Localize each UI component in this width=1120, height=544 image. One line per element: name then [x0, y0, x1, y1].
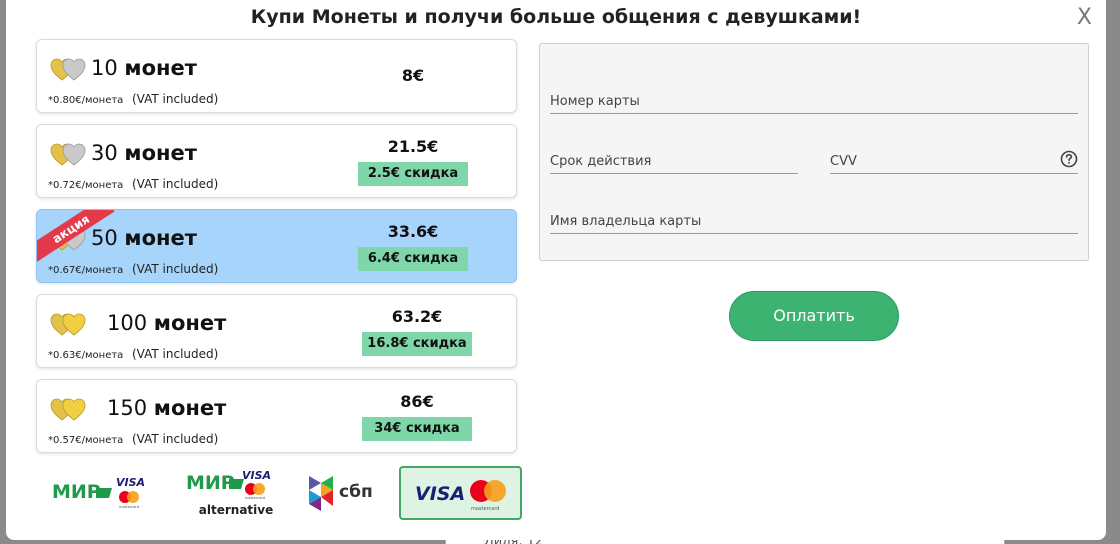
coins-icon: [50, 398, 86, 421]
alternative-label: alternative: [198, 503, 274, 517]
visa-mastercard-logo: VISA mastercard: [415, 480, 506, 512]
package-price: 86€: [400, 392, 434, 411]
package-title: 10 монет: [91, 56, 197, 80]
coin-package-50[interactable]: акция 50 монет *0.67€/монета (VAT includ…: [36, 209, 517, 283]
coin-package-10[interactable]: 10 монет *0.80€/монета (VAT included) 8€: [36, 39, 517, 113]
svg-text:VISA: VISA: [116, 476, 145, 489]
package-price: 63.2€: [391, 307, 443, 326]
vat-note: (VAT included): [132, 347, 219, 361]
svg-text:МИР: МИР: [186, 472, 235, 494]
unit-price: *0.80€/монета: [48, 95, 124, 106]
package-title: 30 монет: [91, 141, 197, 165]
unit-price: *0.72€/монета: [48, 180, 124, 191]
cardholder-name-field[interactable]: Имя владельца карты: [550, 214, 1078, 234]
payment-method-mir-visa-mastercard[interactable]: МИР VISA mastercard: [46, 466, 166, 520]
close-button[interactable]: X: [1077, 5, 1092, 30]
discount-badge: 34€ скидка: [362, 417, 472, 441]
unit-price: *0.63€/монета: [48, 350, 124, 361]
coin-package-150[interactable]: 150 монет *0.57€/монета (VAT included) 8…: [36, 379, 517, 453]
svg-text:mastercard: mastercard: [245, 496, 265, 500]
payment-method-mir-alternative[interactable]: МИР VISA mastercard alternative: [176, 466, 296, 520]
dialog-title: Купи Монеты и получи больше общения с де…: [250, 6, 862, 28]
mir-visa-mastercard-logo: МИР VISA mastercard: [52, 476, 145, 509]
svg-text:mastercard: mastercard: [471, 506, 499, 512]
mir-visa-mastercard-logo: МИР VISA mastercard: [186, 469, 271, 500]
vat-note: (VAT included): [132, 177, 219, 191]
package-price: 21.5€: [387, 137, 439, 156]
coins-icon: [50, 313, 86, 336]
vat-note: (VAT included): [132, 262, 219, 276]
expiry-field[interactable]: Срок действия: [550, 154, 798, 174]
unit-price: *0.67€/монета: [48, 265, 124, 276]
sbp-logo: сбп: [309, 476, 373, 511]
card-form: Номер карты Срок действия CVV Имя владел…: [539, 43, 1089, 261]
coins-icon: [50, 58, 86, 81]
package-title: 50 монет: [91, 226, 197, 250]
vat-note: (VAT included): [132, 432, 219, 446]
help-icon[interactable]: [1060, 150, 1078, 168]
package-title: 100 монет: [107, 311, 227, 335]
cvv-field[interactable]: CVV: [830, 150, 1078, 174]
discount-badge: 6.4€ скидка: [358, 247, 468, 271]
payment-method-visa-mastercard[interactable]: VISA mastercard: [399, 466, 522, 520]
vat-note: (VAT included): [132, 92, 219, 106]
coins-icon: [50, 143, 86, 166]
discount-badge: 16.8€ скидка: [362, 332, 472, 356]
svg-text:сбп: сбп: [339, 482, 373, 502]
package-title: 150 монет: [107, 396, 227, 420]
coin-package-30[interactable]: 30 монет *0.72€/монета (VAT included) 21…: [36, 124, 517, 198]
payment-method-sbp[interactable]: сбп: [301, 466, 391, 520]
buy-coins-dialog: Купи Монеты и получи больше общения с де…: [6, 0, 1106, 540]
svg-text:VISA: VISA: [242, 469, 271, 482]
cvv-placeholder: CVV: [830, 154, 857, 169]
package-price: 8€: [401, 66, 425, 85]
svg-text:VISA: VISA: [415, 483, 465, 505]
unit-price: *0.57€/монета: [48, 435, 124, 446]
package-price: 33.6€: [387, 222, 439, 241]
discount-badge: 2.5€ скидка: [358, 162, 468, 186]
svg-text:МИР: МИР: [52, 481, 101, 503]
card-number-field[interactable]: Номер карты: [550, 94, 1078, 114]
pay-button[interactable]: Оплатить: [729, 291, 899, 341]
coin-package-100[interactable]: 100 монет *0.63€/монета (VAT included) 6…: [36, 294, 517, 368]
svg-text:mastercard: mastercard: [119, 505, 139, 509]
